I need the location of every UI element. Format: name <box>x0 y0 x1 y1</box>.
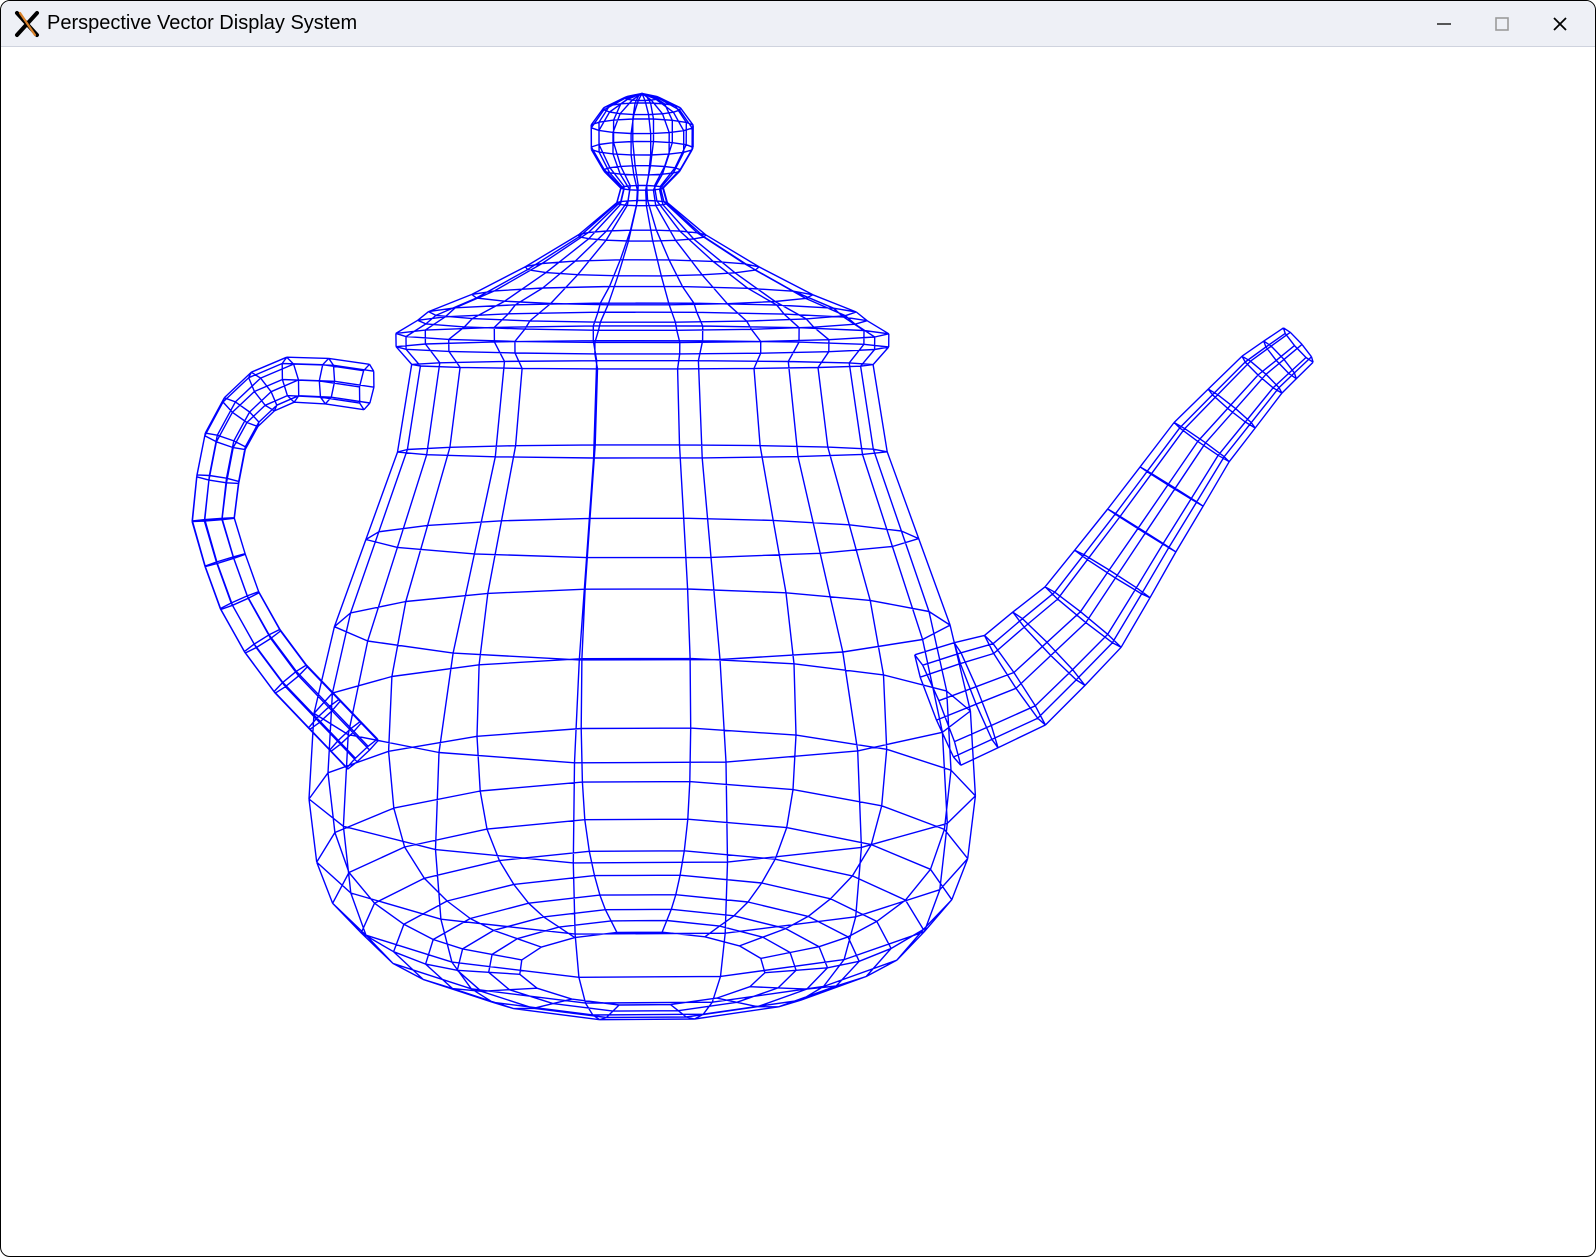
close-button[interactable] <box>1531 1 1589 47</box>
maximize-icon <box>1494 16 1510 32</box>
title-bar: Perspective Vector Display System <box>1 1 1595 47</box>
wireframe-canvas <box>2 48 1596 1257</box>
minimize-icon <box>1435 15 1453 33</box>
app-window: Perspective Vector Display System <box>0 0 1596 1257</box>
minimize-button[interactable] <box>1415 1 1473 47</box>
teapot-wireframe <box>192 93 1313 1019</box>
viewport[interactable] <box>2 48 1594 1255</box>
close-icon <box>1551 15 1569 33</box>
window-title: Perspective Vector Display System <box>47 12 357 35</box>
maximize-button[interactable] <box>1473 1 1531 47</box>
x11-logo-icon <box>13 10 41 38</box>
